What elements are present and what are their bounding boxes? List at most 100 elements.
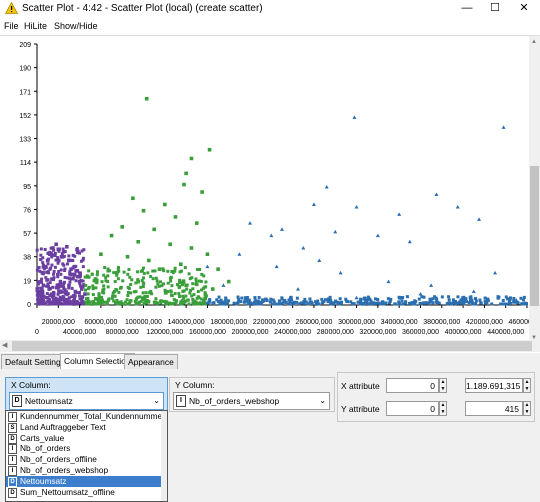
data-point <box>179 262 183 266</box>
data-point <box>47 252 52 257</box>
data-point <box>509 301 513 305</box>
x-column-select[interactable]: D Nettoumsatz ⌄ <box>9 392 164 410</box>
data-point <box>102 287 106 291</box>
data-point <box>386 279 391 284</box>
tab-default-settings[interactable]: Default Settings <box>1 354 70 369</box>
data-point <box>57 270 61 274</box>
dropdown-item-label: Nb_of_orders <box>20 443 71 454</box>
data-point <box>397 295 401 299</box>
data-point <box>418 292 423 296</box>
data-point <box>191 298 195 302</box>
data-point <box>248 301 252 305</box>
menu-hilite[interactable]: HiLite <box>24 21 47 31</box>
vertical-scrollbar-thumb[interactable] <box>530 166 539 306</box>
dropdown-item[interactable]: S Land Auftraggeber Text <box>6 422 167 433</box>
y-min-spinner[interactable]: ▲ ▼ <box>439 401 447 416</box>
data-point <box>120 225 125 229</box>
data-point <box>142 301 146 305</box>
maximize-button[interactable]: ☐ <box>481 1 509 16</box>
dropdown-item[interactable]: I Nb_of_orders_offline <box>6 454 167 466</box>
data-point <box>169 279 173 283</box>
data-point <box>102 284 106 288</box>
data-point <box>177 284 181 288</box>
data-point <box>174 300 178 304</box>
data-point <box>39 253 43 257</box>
data-point <box>82 248 86 252</box>
warning-icon <box>5 2 18 14</box>
close-button[interactable]: ✕ <box>510 1 538 16</box>
data-point <box>339 301 343 305</box>
data-point <box>91 287 95 291</box>
dropdown-item[interactable]: I Nb_of_orders_webshop <box>6 465 167 476</box>
data-point <box>420 295 424 299</box>
data-point <box>111 291 115 295</box>
x-tick-label: 200000,000 <box>232 329 269 336</box>
data-point <box>376 297 380 301</box>
x-attribute-min-input[interactable]: 0 <box>386 378 439 393</box>
horizontal-scrollbar-thumb[interactable] <box>12 341 532 351</box>
x-attribute-max-input[interactable]: 1.189.691,315 <box>465 378 523 393</box>
scatter-plot[interactable]: 01938577695114133152171190209020000,0004… <box>0 36 540 341</box>
data-point <box>493 270 498 275</box>
y-max-spinner[interactable]: ▲ ▼ <box>523 401 531 416</box>
data-point <box>203 291 207 295</box>
y-attribute-max-input[interactable]: 415 <box>465 401 523 416</box>
data-point <box>522 295 526 299</box>
tab-appearance[interactable]: Appearance <box>124 354 178 369</box>
data-point <box>219 302 223 306</box>
data-point <box>189 246 194 250</box>
x-max-spinner[interactable]: ▲ ▼ <box>523 378 531 393</box>
dropdown-item[interactable]: I Nb_of_orders <box>6 443 167 455</box>
data-point <box>462 299 466 303</box>
scatter-plot-area[interactable]: 0 19 38 57 76 95 114 133 152 171 190 209 0 20000,000 4… <box>0 35 540 354</box>
menu-show-hide[interactable]: Show/Hide <box>54 21 98 31</box>
y-tick-label: 19 <box>23 278 31 285</box>
data-point <box>90 272 94 276</box>
dropdown-scrollbar[interactable] <box>161 411 167 501</box>
data-point <box>85 302 89 306</box>
data-point <box>170 269 174 273</box>
data-point <box>177 292 181 296</box>
data-point <box>298 302 302 306</box>
data-point <box>194 282 198 286</box>
x-tick-label: 180000,000 <box>210 319 247 326</box>
data-point <box>62 296 66 300</box>
horizontal-scrollbar[interactable]: ◀ <box>0 340 540 352</box>
data-point <box>75 302 79 306</box>
y-column-select[interactable]: I Nb_of_orders_webshop ⌄ <box>173 392 330 410</box>
data-point <box>66 276 70 280</box>
settings-tabs: Default Settings Column Selection Appear… <box>0 353 540 370</box>
data-point <box>477 217 482 221</box>
data-point <box>129 283 133 287</box>
data-point <box>478 298 482 302</box>
scroll-left-icon[interactable]: ◀ <box>2 341 7 349</box>
data-point <box>471 289 476 294</box>
data-point <box>237 252 242 256</box>
x-column-dropdown-list[interactable]: I Kundennummer_Total_Kundennummer S Land Au… <box>5 410 168 502</box>
attribute-range-group: X attribute 0 ▲ ▼ 1.189.691,315 ▲ ▼ Y attr… <box>337 372 535 422</box>
dropdown-item[interactable]: D Sum_Nettoumsatz_offline <box>6 487 167 498</box>
y-attribute-min-input[interactable]: 0 <box>386 401 439 416</box>
data-point <box>333 229 338 234</box>
scroll-up-icon[interactable]: ▲ <box>531 39 537 45</box>
dropdown-item[interactable]: D Carts_value <box>6 433 167 444</box>
data-point <box>99 252 103 257</box>
x-min-spinner[interactable]: ▲ ▼ <box>439 378 447 393</box>
data-point <box>56 298 61 303</box>
dropdown-item[interactable]: I Kundennummer_Total_Kundennummer <box>6 411 167 422</box>
data-point <box>139 285 143 289</box>
data-point <box>124 300 128 304</box>
minimize-button[interactable]: — <box>453 1 481 16</box>
data-point <box>375 233 380 238</box>
dropdown-item[interactable]: D Nettoumsatz <box>6 475 167 487</box>
data-point <box>56 256 60 260</box>
data-point <box>52 291 56 295</box>
data-point <box>128 275 132 279</box>
data-point <box>69 277 73 281</box>
menu-file[interactable]: File <box>4 21 19 31</box>
x-tick-label: 160000,000 <box>189 329 226 336</box>
x-tick-label: 260000,000 <box>295 319 332 326</box>
data-point <box>121 279 125 283</box>
y-tick-label: 114 <box>20 160 31 167</box>
data-point <box>78 294 82 298</box>
